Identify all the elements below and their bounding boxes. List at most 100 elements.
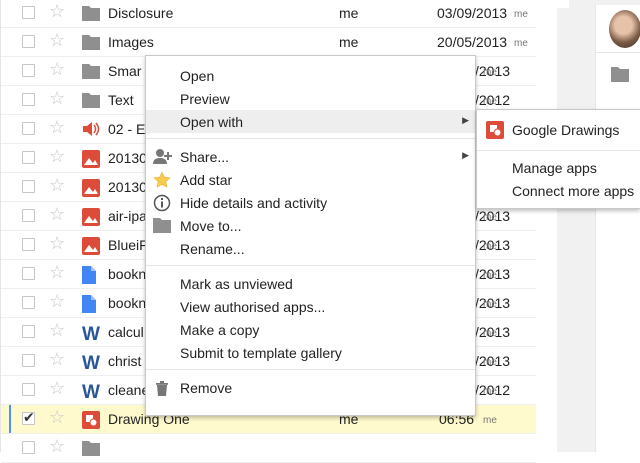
modified-by: me <box>483 415 497 426</box>
open-with-submenu: Google Drawings Manage apps Connect more… <box>476 109 640 209</box>
document-file-icon <box>82 266 100 284</box>
row-checkbox[interactable] <box>22 267 35 280</box>
star-icon[interactable]: ☆ <box>49 234 65 254</box>
star-icon[interactable]: ☆ <box>49 437 65 457</box>
row-checkbox[interactable] <box>22 238 35 251</box>
file-name[interactable]: air-ipa <box>108 208 147 224</box>
file-name[interactable]: Disclosure <box>108 5 173 21</box>
star-icon[interactable]: ☆ <box>49 408 65 428</box>
row-checkbox[interactable] <box>22 209 35 222</box>
row-checkbox[interactable] <box>22 383 35 396</box>
folder-icon <box>82 440 100 456</box>
menu-item-mark-as-unviewed[interactable]: Mark as unviewed <box>146 272 475 295</box>
file-name[interactable]: calcul <box>108 324 144 340</box>
file-name[interactable]: christ <box>108 353 141 369</box>
svg-text:W: W <box>82 324 100 342</box>
google-drawings-icon <box>486 121 504 139</box>
folder-icon <box>153 217 171 235</box>
row-checkbox[interactable] <box>22 325 35 338</box>
row-checkbox[interactable] <box>22 6 35 19</box>
modified-by: me <box>483 357 497 368</box>
menu-item-label: Add star <box>180 172 233 188</box>
star-icon[interactable]: ☆ <box>49 350 65 370</box>
star-icon[interactable]: ☆ <box>49 60 65 80</box>
share-person-icon <box>153 148 172 166</box>
modified-by: me <box>483 241 497 252</box>
menu-item-remove[interactable]: Remove <box>146 376 475 399</box>
submenu-item-google-drawings[interactable]: Google Drawings <box>477 118 640 142</box>
menu-item-submit-to-template-gallery[interactable]: Submit to template gallery <box>146 341 475 364</box>
star-icon[interactable]: ☆ <box>49 147 65 167</box>
file-name[interactable]: 20130 <box>108 150 147 166</box>
row-checkbox[interactable] <box>22 64 35 77</box>
row-checkbox[interactable] <box>22 35 35 48</box>
image-file-icon <box>82 237 100 255</box>
menu-item-label: View authorised apps... <box>180 299 326 315</box>
modified-by: me <box>483 299 497 310</box>
menu-item-label: Open with <box>180 114 244 130</box>
star-icon[interactable]: ☆ <box>49 2 65 22</box>
menu-item-label: Share... <box>180 149 230 165</box>
file-name[interactable]: cleane <box>108 382 149 398</box>
star-icon[interactable]: ☆ <box>49 379 65 399</box>
submenu-item-manage-apps[interactable]: Manage apps <box>477 156 640 180</box>
modified-by: me <box>483 96 497 107</box>
word-file-icon: W <box>82 382 100 403</box>
file-name[interactable]: Text <box>108 92 134 108</box>
info-icon <box>153 194 171 212</box>
word-file-icon: W <box>82 324 100 345</box>
star-icon[interactable]: ☆ <box>49 321 65 341</box>
menu-item-label: Submit to template gallery <box>180 345 342 361</box>
menu-item-open-with[interactable]: Open with ▶ <box>146 110 475 133</box>
modified-by: me <box>514 38 528 49</box>
file-name[interactable]: bookn <box>108 266 146 282</box>
file-name[interactable]: Smar <box>108 63 141 79</box>
menu-item-view-authorised-apps[interactable]: View authorised apps... <box>146 295 475 318</box>
row-checkbox[interactable] <box>22 409 35 426</box>
star-icon[interactable]: ☆ <box>49 263 65 283</box>
star-icon[interactable]: ☆ <box>49 118 65 138</box>
row-checkbox[interactable] <box>22 441 35 454</box>
file-row[interactable]: ☆ Disclosure me 03/09/2013 me <box>1 0 536 28</box>
folder-icon <box>82 63 100 79</box>
menu-item-make-a-copy[interactable]: Make a copy <box>146 318 475 341</box>
image-file-icon <box>82 150 100 168</box>
submenu-item-label: Manage apps <box>512 160 597 176</box>
file-row[interactable]: ☆ Images me 20/05/2013 me <box>1 28 536 57</box>
trash-icon <box>153 379 171 397</box>
file-name[interactable]: Images <box>108 34 154 50</box>
star-icon[interactable]: ☆ <box>49 205 65 225</box>
folder-icon <box>82 92 100 108</box>
file-name[interactable]: 02 - E <box>108 121 145 137</box>
row-checkbox[interactable] <box>22 354 35 367</box>
menu-item-preview[interactable]: Preview <box>146 87 475 110</box>
star-icon <box>153 171 171 189</box>
context-menu: Open Preview Open with ▶ Share... ▶ Add star Hi… <box>145 55 476 416</box>
file-row[interactable]: ☆ <box>1 434 536 463</box>
row-checkbox[interactable] <box>22 151 35 164</box>
list-scrollbar[interactable] <box>557 8 569 452</box>
star-icon[interactable]: ☆ <box>49 176 65 196</box>
row-checkbox[interactable] <box>22 296 35 309</box>
submenu-item-connect-more-apps[interactable]: Connect more apps <box>477 179 640 203</box>
menu-item-share[interactable]: Share... ▶ <box>146 145 475 168</box>
menu-item-rename[interactable]: Rename... <box>146 237 475 260</box>
file-name[interactable]: BlueiF <box>108 237 148 253</box>
submenu-item-label: Google Drawings <box>512 122 620 138</box>
menu-item-hide-details-and-activity[interactable]: Hide details and activity <box>146 191 475 214</box>
menu-item-open[interactable]: Open <box>146 64 475 87</box>
file-name[interactable]: bookn <box>108 295 146 311</box>
submenu-item-label: Connect more apps <box>512 183 635 199</box>
row-checkbox[interactable] <box>22 180 35 193</box>
menu-item-add-star[interactable]: Add star <box>146 168 475 191</box>
menu-item-label: Mark as unviewed <box>180 276 293 292</box>
modified-by: me <box>483 270 497 281</box>
row-checkbox[interactable] <box>22 93 35 106</box>
file-name[interactable]: 20130 <box>108 179 147 195</box>
row-checkbox[interactable] <box>22 122 35 135</box>
star-icon[interactable]: ☆ <box>49 31 65 51</box>
user-avatar[interactable] <box>609 10 640 48</box>
star-icon[interactable]: ☆ <box>49 89 65 109</box>
star-icon[interactable]: ☆ <box>49 292 65 312</box>
menu-item-move-to[interactable]: Move to... <box>146 214 475 237</box>
